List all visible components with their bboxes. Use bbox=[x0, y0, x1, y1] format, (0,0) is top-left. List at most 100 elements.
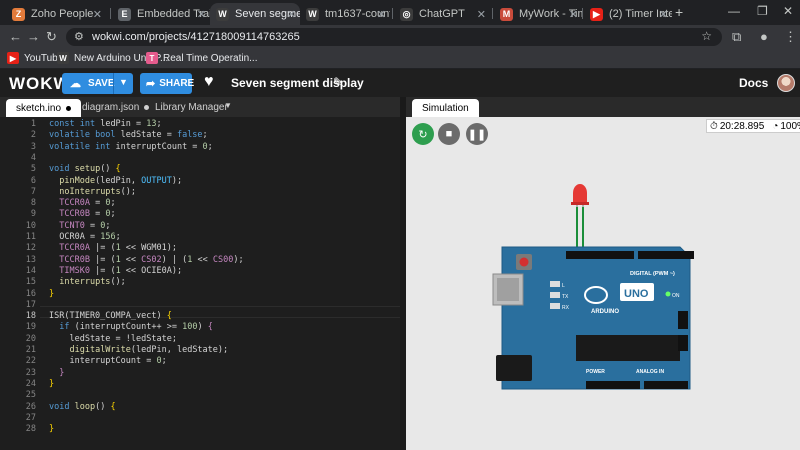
minimize-icon[interactable]: — bbox=[728, 4, 740, 18]
code-line[interactable]: digitalWrite(ledPin, ledState); bbox=[49, 345, 228, 356]
chevron-down-icon[interactable]: ▼ bbox=[119, 77, 128, 87]
line-number-gutter: 1 2 3 4 5 6 7 8 9 10 11 12 13 14 15 16 17 18 19 20 21 22 23 24 2… bbox=[0, 117, 40, 450]
bookmark-star-icon[interactable]: ☆ bbox=[701, 29, 712, 43]
code-line[interactable]: TCCR0A = 0; bbox=[49, 198, 115, 209]
url-text[interactable]: wokwi.com/projects/412718009114763265 bbox=[92, 31, 300, 43]
code-line[interactable]: interruptCount = 0; bbox=[49, 356, 166, 367]
docs-link[interactable]: Docs bbox=[739, 76, 768, 90]
line-number: 22 bbox=[25, 356, 36, 367]
red-led[interactable] bbox=[571, 184, 589, 235]
simulation-canvas[interactable]: ↻ ■ ❚❚ ⏱ 20:28.895 ◔ 100% bbox=[400, 117, 800, 450]
simulation-tabs: Simulation bbox=[400, 97, 800, 117]
code-line[interactable]: } bbox=[49, 424, 54, 435]
line-number: 6 bbox=[30, 175, 36, 186]
site-info-icon[interactable]: ⚙ bbox=[74, 30, 84, 43]
line-number: 19 bbox=[25, 322, 36, 333]
line-number: 18 bbox=[25, 311, 36, 322]
share-button-label: SHARE bbox=[159, 78, 195, 89]
line-number: 25 bbox=[25, 390, 36, 401]
code-line[interactable]: TCCR0B |= (1 << CS02) | (1 << CS00); bbox=[49, 255, 243, 266]
code-line[interactable]: } bbox=[49, 379, 54, 390]
window-close-icon[interactable]: ✕ bbox=[783, 4, 793, 18]
digital-label: DIGITAL (PWM ~) bbox=[630, 271, 675, 277]
l-label: L bbox=[562, 283, 565, 289]
code-line[interactable]: ISR(TIMER0_COMPA_vect) { bbox=[49, 311, 172, 322]
tab-sketch-ino[interactable]: sketch.ino bbox=[6, 99, 82, 117]
tx-label: TX bbox=[562, 294, 569, 300]
line-number: 16 bbox=[25, 288, 36, 299]
line-number: 3 bbox=[30, 141, 36, 152]
code-line[interactable]: void setup() { bbox=[49, 164, 121, 175]
browser-tab-label: ChatGPT bbox=[419, 8, 465, 20]
line-number: 24 bbox=[25, 378, 36, 389]
pencil-icon[interactable]: ✎ bbox=[333, 75, 343, 89]
page-icon: T bbox=[146, 52, 158, 64]
browser-tab-seven-segment[interactable]: W Seven segment c ✕ bbox=[210, 3, 300, 25]
arduino-uno-board[interactable] bbox=[492, 246, 694, 390]
close-icon[interactable]: ✕ bbox=[287, 8, 296, 21]
code-line[interactable]: interrupts(); bbox=[49, 277, 126, 288]
code-line[interactable]: const int ledPin = 13; bbox=[49, 119, 162, 130]
code-line[interactable]: pinMode(ledPin, OUTPUT); bbox=[49, 176, 182, 187]
bookmark-youtube[interactable]: ▶ YouTube bbox=[7, 52, 63, 64]
tab-simulation[interactable]: Simulation bbox=[412, 99, 479, 117]
page-icon: E bbox=[118, 7, 131, 21]
close-icon[interactable]: ✕ bbox=[659, 8, 668, 21]
code-line[interactable]: TCCR0B = 0; bbox=[49, 209, 115, 220]
code-line[interactable]: TCNT0 = 0; bbox=[49, 221, 110, 232]
bookmark-rtos[interactable]: T Real Time Operatin... bbox=[146, 52, 257, 64]
power-label: POWER bbox=[586, 369, 605, 375]
browser-menu-icon[interactable]: ⋮ bbox=[784, 29, 797, 45]
profile-icon[interactable]: ● bbox=[760, 29, 768, 44]
tab-label: Library Manager bbox=[155, 101, 228, 113]
code-editor[interactable]: 1 2 3 4 5 6 7 8 9 10 11 12 13 14 15 16 17 18 19 20 21 22 23 24 2… bbox=[0, 117, 400, 450]
code-line[interactable]: noInterrupts(); bbox=[49, 187, 136, 198]
code-line[interactable]: TCCR0A |= (1 << WGM01); bbox=[49, 243, 177, 254]
close-icon[interactable]: ✕ bbox=[197, 8, 206, 21]
close-icon[interactable]: ✕ bbox=[477, 8, 486, 21]
line-number: 15 bbox=[25, 277, 36, 288]
chatgpt-icon: ◎ bbox=[400, 7, 413, 21]
rx-label: RX bbox=[562, 305, 570, 311]
back-icon[interactable]: ← bbox=[9, 29, 22, 44]
share-arrow-icon: ➦ bbox=[146, 78, 156, 90]
line-number: 27 bbox=[25, 412, 36, 423]
address-bar[interactable]: ⚙ wokwi.com/projects/412718009114763265 … bbox=[66, 28, 722, 46]
share-button[interactable]: ➦ SHARE bbox=[140, 73, 195, 94]
close-icon[interactable]: ✕ bbox=[93, 8, 102, 21]
restore-icon[interactable]: ❐ bbox=[757, 4, 768, 18]
browser-tab-tm1637[interactable]: W tm1637-counter ✕ bbox=[300, 3, 390, 25]
avatar[interactable] bbox=[777, 74, 795, 92]
youtube-icon: ▶ bbox=[7, 52, 19, 64]
code-line[interactable]: } bbox=[49, 289, 54, 300]
code-line[interactable]: OCR0A = 156; bbox=[49, 232, 120, 243]
code-line[interactable]: if (interruptCount++ >= 100) { bbox=[49, 322, 213, 333]
forward-icon[interactable]: → bbox=[27, 29, 40, 44]
heart-icon[interactable]: ♥ bbox=[204, 73, 214, 91]
extensions-icon[interactable]: ⧉ bbox=[732, 29, 741, 45]
line-number: 13 bbox=[25, 254, 36, 265]
board-brand: ARDUINO bbox=[591, 309, 619, 315]
browser-tab-chatgpt[interactable]: ◎ ChatGPT ✕ bbox=[394, 3, 490, 25]
code-line[interactable]: } bbox=[49, 368, 64, 379]
line-number: 10 bbox=[25, 220, 36, 231]
browser-tab-zoho-people[interactable]: Z Zoho People ✕ bbox=[6, 3, 106, 25]
browser-tab-youtube-timer[interactable]: ▶ (2) Timer Interru ✕ bbox=[584, 3, 672, 25]
youtube-icon: ▶ bbox=[590, 7, 603, 21]
code-line[interactable]: TIMSK0 |= (1 << OCIE0A); bbox=[49, 266, 182, 277]
reload-icon[interactable]: ↻ bbox=[46, 29, 57, 45]
chevron-down-icon[interactable]: ▼ bbox=[224, 101, 232, 110]
code-line[interactable]: volatile int interruptCount = 0; bbox=[49, 142, 213, 153]
browser-tab-mywork[interactable]: M MyWork - Time ✕ bbox=[494, 3, 582, 25]
code-line[interactable]: ledState = !ledState; bbox=[49, 334, 176, 345]
browser-tab-embedded-training[interactable]: E Embedded Trai ✕ bbox=[112, 3, 210, 25]
line-number: 20 bbox=[25, 333, 36, 344]
close-icon[interactable]: ✕ bbox=[377, 8, 386, 21]
code-line[interactable]: void loop() { bbox=[49, 402, 116, 413]
bookmark-label: Real Time Operatin... bbox=[163, 52, 258, 64]
close-icon[interactable]: ✕ bbox=[569, 8, 578, 21]
save-button[interactable]: ☁ SAVE ▼ bbox=[62, 73, 133, 94]
line-number: 26 bbox=[25, 401, 36, 412]
code-line[interactable]: volatile bool ledState = false; bbox=[49, 130, 208, 141]
new-tab-icon[interactable]: + bbox=[675, 4, 683, 20]
